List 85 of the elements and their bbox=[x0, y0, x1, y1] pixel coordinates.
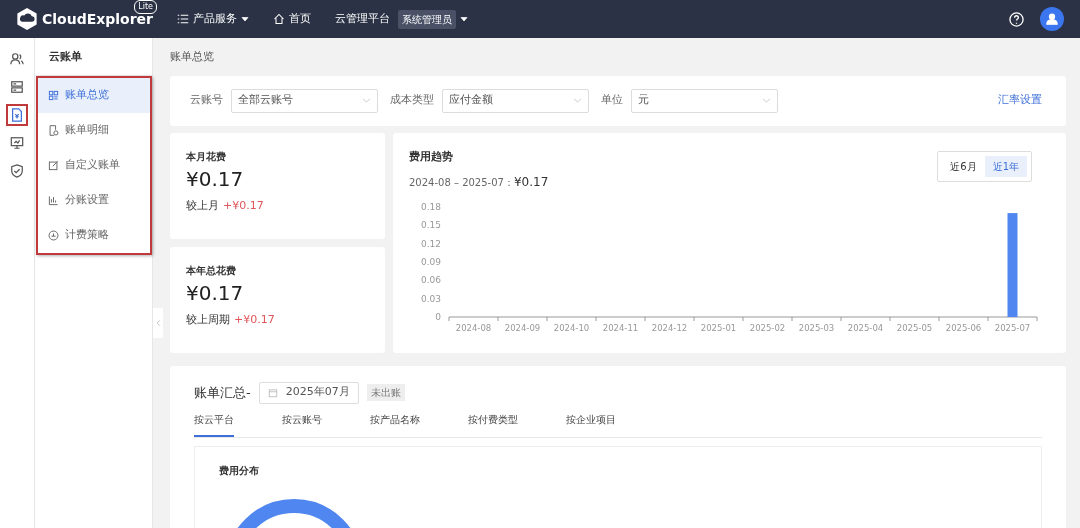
card-title: 本年总花费 bbox=[186, 263, 237, 278]
period-button[interactable]: 近1年 bbox=[984, 155, 1027, 177]
compare-value: +¥0.17 bbox=[234, 312, 275, 326]
server-icon bbox=[10, 80, 24, 94]
chevron-left-icon bbox=[154, 318, 162, 328]
chevron-down-icon bbox=[573, 96, 582, 105]
filter-label: 成本类型 bbox=[390, 92, 434, 109]
caret-icon bbox=[241, 15, 249, 23]
amount: ¥0.17 bbox=[186, 279, 245, 307]
link[interactable]: 汇率设置 bbox=[998, 92, 1042, 109]
card-title: 费用趋势 bbox=[409, 148, 454, 165]
panel-title: 账单汇总- bbox=[194, 383, 251, 402]
caret-icon bbox=[460, 15, 468, 23]
collapse-handle[interactable] bbox=[153, 308, 163, 338]
axis-tick-label: 2024-11 bbox=[602, 323, 639, 333]
axis-tick-label: 0.18 bbox=[420, 202, 441, 212]
rail-item[interactable] bbox=[6, 104, 28, 126]
shield-icon bbox=[10, 164, 24, 178]
section-title: 云账单 bbox=[35, 38, 152, 76]
axis-tick-label: 0.09 bbox=[420, 257, 441, 267]
axis-tick-label: 2025-02 bbox=[749, 323, 786, 333]
grid-icon bbox=[48, 90, 59, 101]
compare-value: +¥0.17 bbox=[223, 198, 264, 212]
axis-tick-label: 2025-05 bbox=[896, 323, 933, 333]
select-field[interactable]: 全部云账号 bbox=[231, 88, 378, 113]
axis-tick-label: 2025-06 bbox=[945, 323, 982, 333]
axis-tick-label: 2025-04 bbox=[847, 323, 884, 333]
tab[interactable]: 按企业项目 bbox=[566, 411, 616, 437]
axis-tick-label: 0.15 bbox=[420, 220, 441, 231]
month-picker[interactable]: 2025年07月 bbox=[258, 381, 359, 404]
total-amount: ¥0.17 bbox=[513, 174, 549, 191]
document-icon bbox=[48, 125, 59, 136]
tab[interactable]: 按产品名称 bbox=[370, 411, 420, 437]
filter-label: 单位 bbox=[601, 92, 623, 109]
select-field[interactable]: 元 bbox=[631, 88, 778, 113]
axis-tick-label: 0.03 bbox=[420, 293, 441, 304]
chart-title: 费用分布 bbox=[219, 463, 260, 478]
axis-tick-label: 2025-07 bbox=[994, 323, 1031, 333]
monitor-icon bbox=[10, 136, 24, 150]
chevron-down-icon bbox=[762, 96, 771, 105]
user-icon bbox=[1046, 13, 1058, 25]
menu-item[interactable]: 账单明细 bbox=[38, 113, 150, 148]
card-title: 本月花费 bbox=[186, 149, 227, 164]
menu-item[interactable]: 账单总览 bbox=[38, 78, 150, 113]
home-icon bbox=[273, 13, 285, 25]
nav-menu[interactable]: 产品服务 bbox=[177, 10, 249, 28]
clock-icon bbox=[48, 230, 59, 241]
help-icon bbox=[1009, 11, 1024, 27]
lite-badge: Lite bbox=[134, 0, 157, 14]
menu-item[interactable]: 分账设置 bbox=[38, 183, 150, 218]
edit-icon bbox=[48, 160, 59, 171]
axis-tick-label: 0.06 bbox=[420, 275, 441, 286]
menu-item[interactable]: 自定义账单 bbox=[38, 148, 150, 183]
axis-tick-label: 2025-03 bbox=[798, 323, 835, 333]
amount: ¥0.17 bbox=[186, 165, 245, 193]
axis-tick-label: 0 bbox=[435, 312, 441, 322]
compare-label: 较上周期 bbox=[186, 312, 230, 326]
tab[interactable]: 按付费类型 bbox=[468, 411, 518, 437]
axis-tick-label: 2024-12 bbox=[651, 323, 688, 333]
list-icon bbox=[177, 13, 189, 25]
status-tag: 未出账 bbox=[366, 384, 405, 401]
chevron-down-icon bbox=[362, 96, 371, 105]
role-tag: 系统管理员 bbox=[398, 9, 456, 29]
calendar-icon bbox=[267, 387, 278, 398]
people-icon bbox=[10, 52, 24, 66]
home-link[interactable]: 首页 bbox=[273, 10, 311, 28]
axis-tick-label: 0.12 bbox=[420, 238, 441, 249]
tab[interactable]: 按云平台 bbox=[194, 411, 234, 437]
period-button[interactable]: 近6月 bbox=[942, 155, 985, 177]
menu-item[interactable]: 计费策略 bbox=[38, 218, 150, 253]
breadcrumb: 账单总览 bbox=[170, 49, 215, 65]
select-field[interactable]: 应付金额 bbox=[442, 88, 589, 113]
axis-tick-label: 2025-01 bbox=[700, 323, 737, 333]
axis-tick-label: 2024-08 bbox=[455, 323, 492, 333]
tab[interactable]: 按云账号 bbox=[282, 411, 322, 437]
date-range: 2024-08 – 2025-07： bbox=[409, 176, 514, 190]
nav-menu[interactable]: 云管理平台 系统管理员 bbox=[335, 9, 468, 29]
logo-icon bbox=[16, 8, 38, 30]
bar-chart-icon bbox=[48, 195, 59, 206]
filter-label: 云账号 bbox=[190, 92, 223, 109]
axis-tick-label: 2024-09 bbox=[504, 323, 541, 333]
axis-tick-label: 2024-10 bbox=[553, 323, 590, 333]
avatar[interactable] bbox=[1040, 7, 1064, 31]
document-icon bbox=[10, 108, 24, 122]
compare-label: 较上月 bbox=[186, 198, 219, 212]
